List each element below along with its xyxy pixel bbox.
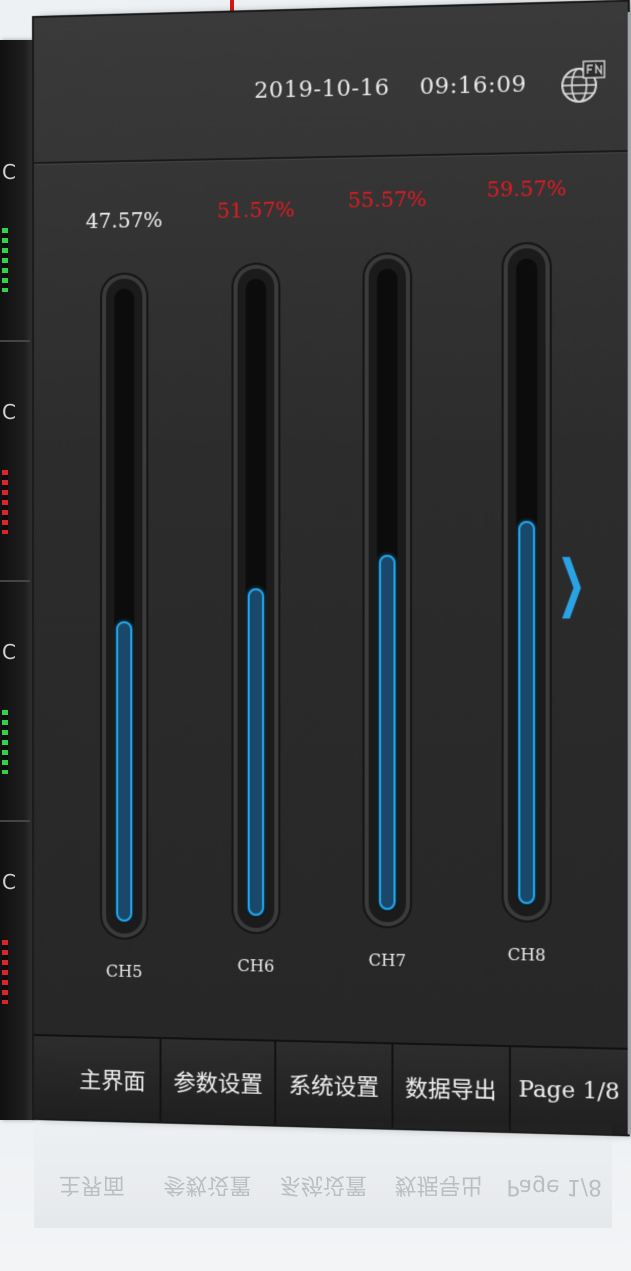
screen-reflection: 主界面 参数设置 系统设置 数据导出 Page 1/8 (34, 1118, 612, 1228)
reflection-row: 主界面 参数设置 系统设置 数据导出 Page 1/8 (34, 1146, 612, 1228)
gauge-ch7: 55.57% CH7 (336, 166, 439, 982)
chevron-right-icon[interactable]: ❯ (557, 547, 586, 619)
parameter-settings-button[interactable]: 参数设置 (161, 1038, 277, 1125)
time-text: 09:16:09 (419, 72, 527, 101)
date-text: 2019-10-16 (254, 75, 390, 104)
gauge-fill (247, 588, 265, 916)
reflection-text: 主界面 (58, 1172, 125, 1197)
device-screen: 2019-10-16 09:16:09 47.57% CH5 51.57% CH… (34, 1, 628, 1135)
gauge-fill (116, 621, 133, 922)
left-panel-glyph: C (2, 400, 16, 424)
adjacent-device-panel: C C C C (0, 40, 34, 1120)
reflection-text: 参数设置 (163, 1172, 252, 1197)
channel-gauges: 47.57% CH5 51.57% CH6 55.57% CH7 59.57% … (74, 166, 567, 1009)
channel-label: CH8 (507, 944, 546, 965)
gauge-track (102, 274, 147, 939)
divider (0, 340, 30, 342)
gauge-fill (518, 520, 536, 905)
left-panel-glyph: C (2, 640, 16, 664)
system-settings-button[interactable]: 系统设置 (276, 1041, 394, 1128)
percent-label: 55.57% (347, 186, 427, 213)
divider (0, 820, 30, 822)
reflection-text: 数据导出 (394, 1172, 483, 1197)
status-led-strip (2, 470, 8, 534)
gauge-fill (379, 554, 396, 911)
status-header: 2019-10-16 09:16:09 (34, 51, 628, 164)
gauge-ch6: 51.57% CH6 (205, 177, 307, 988)
percent-label: 47.57% (85, 207, 163, 234)
gauge-track (364, 254, 411, 927)
gauge-well (245, 278, 267, 919)
gauge-track (503, 243, 550, 921)
status-led-strip (2, 940, 8, 1004)
channel-label: CH5 (105, 961, 143, 982)
percent-label: 51.57% (217, 197, 295, 223)
channel-label: CH7 (368, 950, 407, 971)
main-screen-button[interactable]: 主界面 (34, 1036, 162, 1122)
status-led-strip (2, 710, 8, 774)
datetime-display: 2019-10-16 09:16:09 (254, 72, 526, 104)
status-led-strip (2, 228, 8, 292)
globe-logo-icon[interactable] (558, 58, 606, 106)
left-panel-glyph: C (2, 870, 16, 894)
reflection-text: Page 1/8 (506, 1174, 602, 1200)
divider (0, 580, 30, 582)
gauge-track (233, 264, 279, 933)
percent-label: 59.57% (486, 175, 567, 202)
gauge-well (114, 288, 135, 924)
left-panel-glyph: C (2, 160, 16, 184)
channel-label: CH6 (237, 955, 275, 976)
gauge-well (516, 258, 538, 907)
gauge-ch5: 47.57% CH5 (74, 187, 175, 993)
reflection-text: 系统设置 (278, 1172, 367, 1197)
gauge-well (376, 268, 398, 913)
